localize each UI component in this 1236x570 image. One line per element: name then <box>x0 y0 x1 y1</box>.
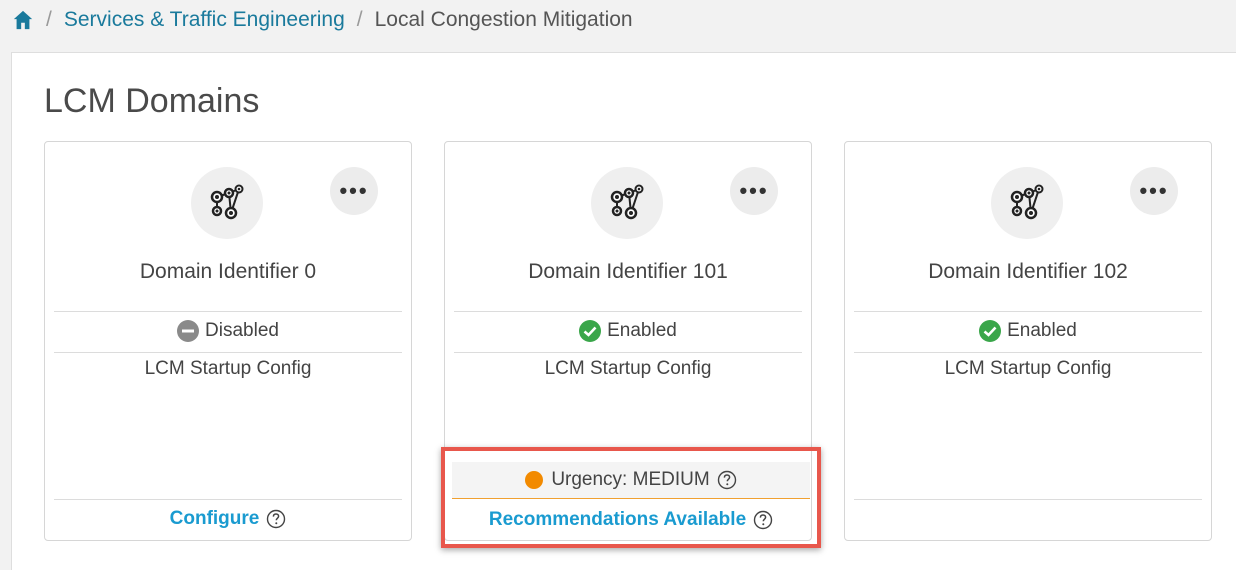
divider <box>454 352 802 353</box>
status-row: Disabled <box>45 320 411 342</box>
configure-link[interactable]: Configure <box>45 508 411 530</box>
breadcrumb: / Services & Traffic Engineering / Local… <box>0 0 1236 40</box>
domain-icon-wrap <box>991 167 1063 239</box>
config-label: LCM Startup Config <box>544 358 712 379</box>
more-options-button[interactable]: ••• <box>730 167 778 215</box>
status-row: Enabled <box>845 320 1211 342</box>
divider <box>54 499 402 500</box>
config-label: LCM Startup Config <box>944 358 1112 379</box>
domain-topology-icon <box>610 184 644 220</box>
breadcrumb-services-traffic-engineering[interactable]: Services & Traffic Engineering <box>64 8 345 32</box>
breadcrumb-separator: / <box>46 8 52 31</box>
domain-icon-wrap <box>191 167 263 239</box>
highlight-annotation-box <box>441 447 821 548</box>
domain-name: Domain Identifier 102 <box>928 260 1128 283</box>
breadcrumb-separator: / <box>356 8 363 31</box>
more-options-button[interactable]: ••• <box>1130 167 1178 215</box>
domain-name: Domain Identifier 0 <box>139 260 317 283</box>
domain-name: Domain Identifier 101 <box>528 260 728 283</box>
domain-card-102: ••• Domain Identifier 102 Enabled LCM St… <box>844 141 1212 541</box>
divider <box>454 311 802 312</box>
help-icon[interactable] <box>266 509 286 529</box>
status-text: Enabled <box>607 320 677 341</box>
domain-icon-wrap <box>591 167 663 239</box>
home-icon[interactable] <box>12 9 34 31</box>
divider <box>854 352 1202 353</box>
divider <box>854 311 1202 312</box>
breadcrumb-current-page: Local Congestion Mitigation <box>374 8 633 31</box>
status-row: Enabled <box>445 320 811 342</box>
more-options-button[interactable]: ••• <box>330 167 378 215</box>
enabled-check-icon <box>979 320 1002 342</box>
status-text: Disabled <box>205 320 279 341</box>
divider <box>854 499 1202 500</box>
domain-card-0: ••• Domain Identifier 0 Disabled LCM Sta… <box>44 141 412 541</box>
page-title: LCM Domains <box>44 82 260 120</box>
domain-topology-icon <box>210 184 244 220</box>
disabled-status-icon <box>177 320 200 342</box>
divider <box>54 352 402 353</box>
divider <box>54 311 402 312</box>
config-label: LCM Startup Config <box>144 358 312 379</box>
enabled-check-icon <box>579 320 602 342</box>
status-text: Enabled <box>1007 320 1077 341</box>
domain-topology-icon <box>1010 184 1044 220</box>
configure-link-label[interactable]: Configure <box>170 508 260 530</box>
